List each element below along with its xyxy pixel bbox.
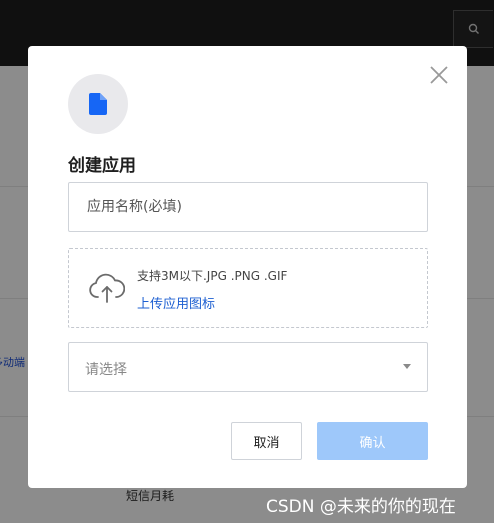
close-button[interactable] (428, 64, 450, 86)
chevron-down-icon (403, 364, 411, 369)
app-icon-placeholder (68, 74, 128, 134)
upload-format-hint: 支持3M以下.JPG .PNG .GIF (137, 269, 288, 283)
icon-upload-area[interactable]: 支持3M以下.JPG .PNG .GIF 上传应用图标 (68, 248, 428, 328)
create-app-dialog: 创建应用 支持3M以下.JPG .PNG .GIF 上传应用图标 请选择 取消 … (28, 46, 467, 488)
app-name-input[interactable] (68, 182, 428, 232)
upload-icon-link[interactable]: 上传应用图标 (137, 293, 215, 312)
select-placeholder: 请选择 (85, 362, 127, 378)
app-type-select[interactable]: 请选择 (68, 342, 428, 392)
confirm-button[interactable]: 确认 (317, 422, 428, 460)
cancel-button[interactable]: 取消 (231, 422, 302, 460)
cloud-upload-icon (89, 273, 125, 303)
close-icon (430, 66, 448, 84)
file-icon (89, 93, 107, 115)
dialog-title: 创建应用 (68, 156, 136, 176)
watermark: CSDN @未来的你的现在 (266, 497, 456, 517)
